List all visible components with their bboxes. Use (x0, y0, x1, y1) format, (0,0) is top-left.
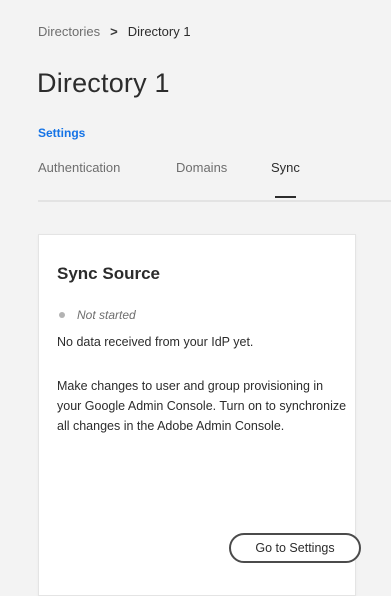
breadcrumb-separator-icon: > (110, 24, 118, 39)
tab-authentication[interactable]: Authentication (38, 160, 120, 200)
breadcrumb-directories-link[interactable]: Directories (38, 24, 100, 39)
sync-source-card: Sync Source Not started No data received… (38, 234, 361, 596)
tab-sync-active-indicator (275, 196, 296, 198)
settings-tabs: Authentication Domains Sync (38, 160, 391, 202)
sync-status: Not started (59, 308, 136, 322)
status-dot-icon (59, 312, 65, 318)
tab-sync-label: Sync (271, 160, 300, 175)
settings-section-label: Settings (38, 126, 86, 140)
breadcrumb: Directories > Directory 1 (38, 24, 191, 39)
tab-domains-indicator (176, 200, 227, 202)
sync-status-text: Not started (77, 308, 136, 322)
tab-authentication-label: Authentication (38, 160, 121, 175)
sync-description: Make changes to user and group provision… (57, 379, 347, 433)
no-data-message: No data received from your IdP yet. (57, 335, 254, 349)
breadcrumb-current: Directory 1 (127, 24, 191, 39)
tab-authentication-indicator (38, 200, 120, 202)
go-to-settings-button[interactable]: Go to Settings (229, 533, 361, 563)
tab-domains[interactable]: Domains (176, 160, 227, 200)
tab-sync[interactable]: Sync (271, 160, 300, 200)
page-title: Directory 1 (37, 68, 170, 98)
tab-domains-label: Domains (176, 160, 228, 175)
sync-source-title: Sync Source (57, 264, 160, 283)
